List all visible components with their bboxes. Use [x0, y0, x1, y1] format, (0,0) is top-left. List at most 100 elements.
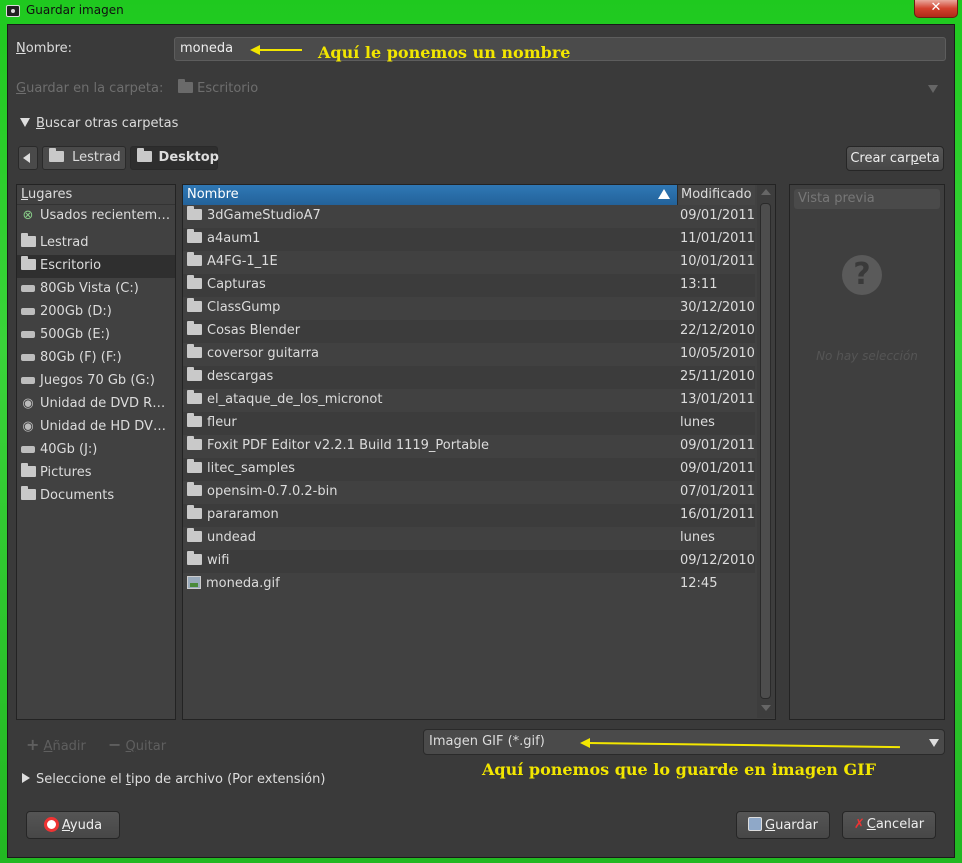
- sidebar-item[interactable]: 40Gb (J:): [17, 439, 175, 462]
- folder-icon: [187, 367, 202, 381]
- sidebar-item[interactable]: Escritorio: [17, 255, 175, 278]
- file-row[interactable]: undead lunes: [183, 527, 755, 550]
- file-row[interactable]: descargas 25/11/2010: [183, 366, 755, 389]
- folder-icon: [20, 486, 36, 503]
- folder-icon: [187, 436, 202, 450]
- scrollbar-thumb[interactable]: [760, 203, 771, 699]
- path-segment-lestrad[interactable]: Lestrad: [42, 146, 126, 170]
- drive-icon: [20, 442, 36, 457]
- drive-icon: [20, 304, 36, 319]
- column-modified-label: Modificado: [681, 187, 752, 202]
- file-row[interactable]: a4aum1 11/01/2011: [183, 228, 755, 251]
- folder-icon: [187, 413, 202, 427]
- scroll-down-icon[interactable]: [761, 705, 771, 711]
- cancel-x-icon: ✗: [853, 817, 865, 832]
- file-name: opensim-0.7.0.2-bin: [187, 482, 337, 499]
- file-row[interactable]: moneda.gif 12:45: [183, 573, 755, 596]
- file-row[interactable]: Foxit PDF Editor v2.2.1 Build 1119_Porta…: [183, 435, 755, 458]
- path-back-button[interactable]: [18, 146, 38, 170]
- folder-icon: [187, 298, 202, 312]
- drive-icon: [20, 281, 36, 296]
- file-modified: lunes: [680, 530, 715, 545]
- file-name: Capturas: [187, 275, 266, 292]
- sidebar-item[interactable]: 80Gb (F) (F:): [17, 347, 175, 370]
- save-button[interactable]: Guardar: [736, 811, 830, 839]
- file-type-expander[interactable]: Seleccione el tipo de archivo (Por exten…: [22, 772, 325, 787]
- sidebar-item[interactable]: Documents: [17, 485, 175, 508]
- file-modified: 07/01/2011: [680, 484, 755, 499]
- sidebar-item[interactable]: Pictures: [17, 462, 175, 485]
- file-row[interactable]: fleur lunes: [183, 412, 755, 435]
- folder-icon: [49, 148, 64, 162]
- sidebar-item[interactable]: 200Gb (D:): [17, 301, 175, 324]
- sidebar-item-label: Documents: [40, 488, 115, 503]
- gif-file-icon: [187, 576, 201, 589]
- path-segment-desktop[interactable]: Desktop: [130, 146, 219, 170]
- file-type-select[interactable]: Imagen GIF (*.gif): [423, 729, 945, 755]
- file-name: Cosas Blender: [187, 321, 300, 338]
- file-name-label: Capturas: [207, 277, 266, 292]
- browse-folders-expander[interactable]: Buscar otras carpetas: [20, 116, 178, 131]
- file-name: fleur: [187, 413, 237, 430]
- file-list-scrollbar[interactable]: [757, 185, 775, 718]
- file-name: descargas: [187, 367, 273, 384]
- file-row[interactable]: pararamon 16/01/2011: [183, 504, 755, 527]
- lifebuoy-icon: [43, 817, 59, 832]
- file-row[interactable]: ClassGump 30/12/2010: [183, 297, 755, 320]
- sidebar-item[interactable]: ⊗ Usados recientem…: [17, 205, 175, 228]
- scroll-up-icon[interactable]: [761, 189, 771, 195]
- sidebar-item-label: 40Gb (J:): [40, 442, 98, 457]
- file-row[interactable]: 3dGameStudioA7 09/01/2011: [183, 205, 755, 228]
- file-row[interactable]: opensim-0.7.0.2-bin 07/01/2011: [183, 481, 755, 504]
- sidebar-item[interactable]: ◉ Unidad de DVD R…: [17, 393, 175, 416]
- places-list: ⊗ Usados recientem… Lestrad Escritorio 80Gb …: [17, 205, 175, 508]
- question-icon: ?: [842, 255, 882, 295]
- file-name: Foxit PDF Editor v2.2.1 Build 1119_Porta…: [187, 436, 489, 453]
- remove-place-button[interactable]: − Quitar: [108, 735, 166, 754]
- close-button[interactable]: ✕: [914, 0, 958, 18]
- folder-icon: [20, 463, 36, 480]
- chevron-left-icon: [23, 153, 30, 163]
- create-folder-button[interactable]: Crear carpeta: [846, 146, 944, 171]
- help-button[interactable]: Ayuda: [26, 811, 120, 839]
- sort-ascending-icon: [658, 189, 670, 199]
- file-row[interactable]: A4FG-1_1E 10/01/2011: [183, 251, 755, 274]
- folder-icon: [187, 206, 202, 220]
- sidebar-item-label: 80Gb Vista (C:): [40, 281, 139, 296]
- file-row[interactable]: litec_samples 09/01/2011: [183, 458, 755, 481]
- file-name-label: coversor guitarra: [207, 346, 319, 361]
- file-row[interactable]: coversor guitarra 10/05/2010: [183, 343, 755, 366]
- save-in-label: Guardar en la carpeta:: [16, 81, 164, 96]
- folder-icon: [20, 256, 36, 273]
- column-name-header[interactable]: Nombre: [183, 185, 677, 205]
- cancel-button[interactable]: ✗ Cancelar: [842, 811, 936, 839]
- dvd-icon: ◉: [22, 419, 34, 434]
- file-row[interactable]: Capturas 13:11: [183, 274, 755, 297]
- annotation-arrowhead-name: [250, 45, 260, 55]
- file-modified: 09/01/2011: [680, 208, 755, 223]
- folder-icon: [187, 275, 202, 289]
- file-modified: 10/05/2010: [680, 346, 755, 361]
- save-in-value: Escritorio: [197, 81, 259, 96]
- sidebar-item[interactable]: Lestrad: [17, 232, 175, 255]
- path-segment-label: Lestrad: [72, 150, 121, 165]
- plus-icon: +: [26, 735, 40, 754]
- sidebar-item[interactable]: Juegos 70 Gb (G:): [17, 370, 175, 393]
- sidebar-item[interactable]: 80Gb Vista (C:): [17, 278, 175, 301]
- sidebar-item[interactable]: 500Gb (E:): [17, 324, 175, 347]
- expander-closed-icon: [22, 773, 30, 783]
- file-modified: 16/01/2011: [680, 507, 755, 522]
- preview-panel: Vista previa ? No hay selección: [789, 184, 945, 720]
- file-name-label: ClassGump: [207, 300, 281, 315]
- file-row[interactable]: wifi 09/12/2010: [183, 550, 755, 573]
- file-row[interactable]: Cosas Blender 22/12/2010: [183, 320, 755, 343]
- sidebar-item[interactable]: ◉ Unidad de HD DV…: [17, 416, 175, 439]
- add-place-button[interactable]: + Añadir: [26, 735, 86, 754]
- drive-icon: [20, 350, 36, 365]
- file-row[interactable]: el_ataque_de_los_micronot 13/01/2011: [183, 389, 755, 412]
- column-modified-header[interactable]: Modificado: [677, 185, 755, 205]
- file-name: a4aum1: [187, 229, 260, 246]
- sidebar-item-label: Juegos 70 Gb (G:): [40, 373, 155, 388]
- title-bar[interactable]: Guardar imagen ✕: [0, 0, 962, 22]
- folder-icon: [187, 551, 202, 565]
